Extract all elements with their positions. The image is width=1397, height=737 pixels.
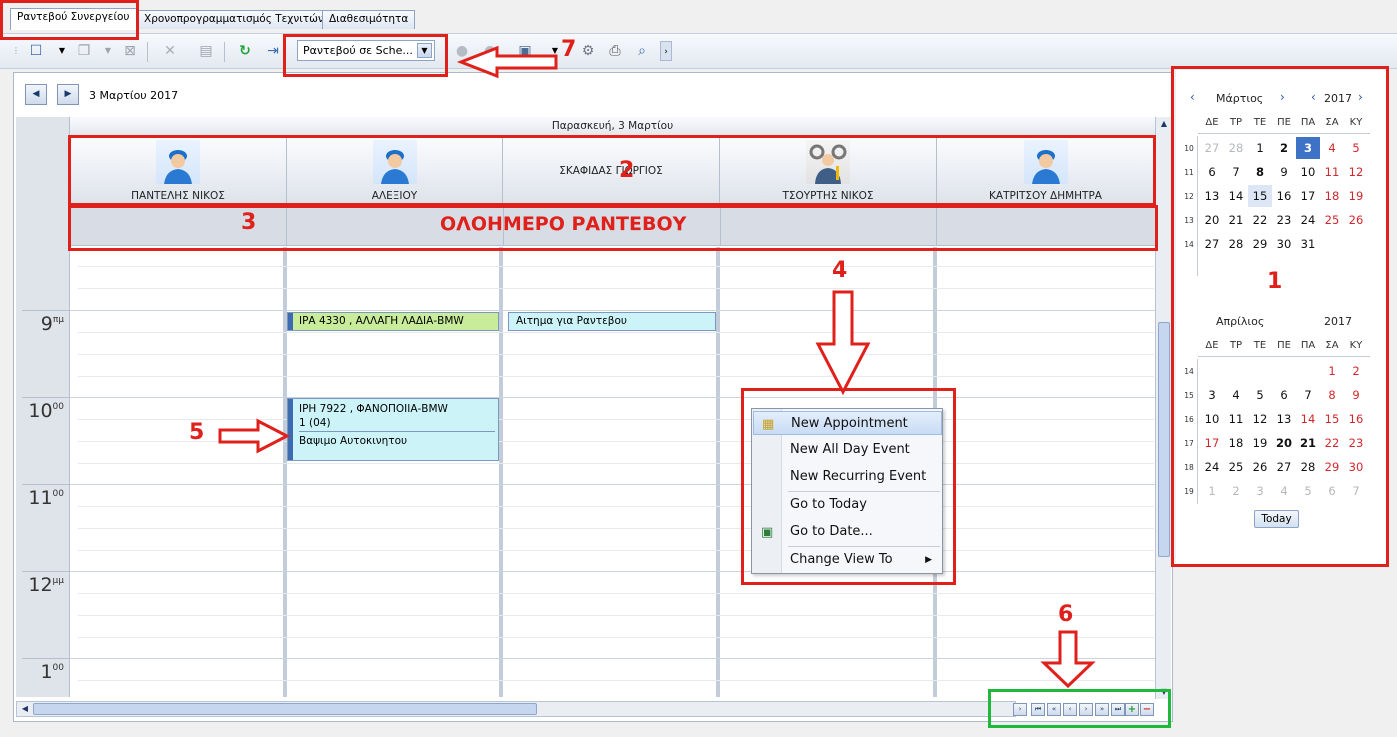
arrow-icon: [218, 418, 291, 454]
arrow-icon: [815, 290, 871, 396]
arrow-icon: [456, 45, 558, 79]
arrow-icon: [1040, 630, 1096, 689]
annotation-arrows: [218, 45, 1096, 689]
